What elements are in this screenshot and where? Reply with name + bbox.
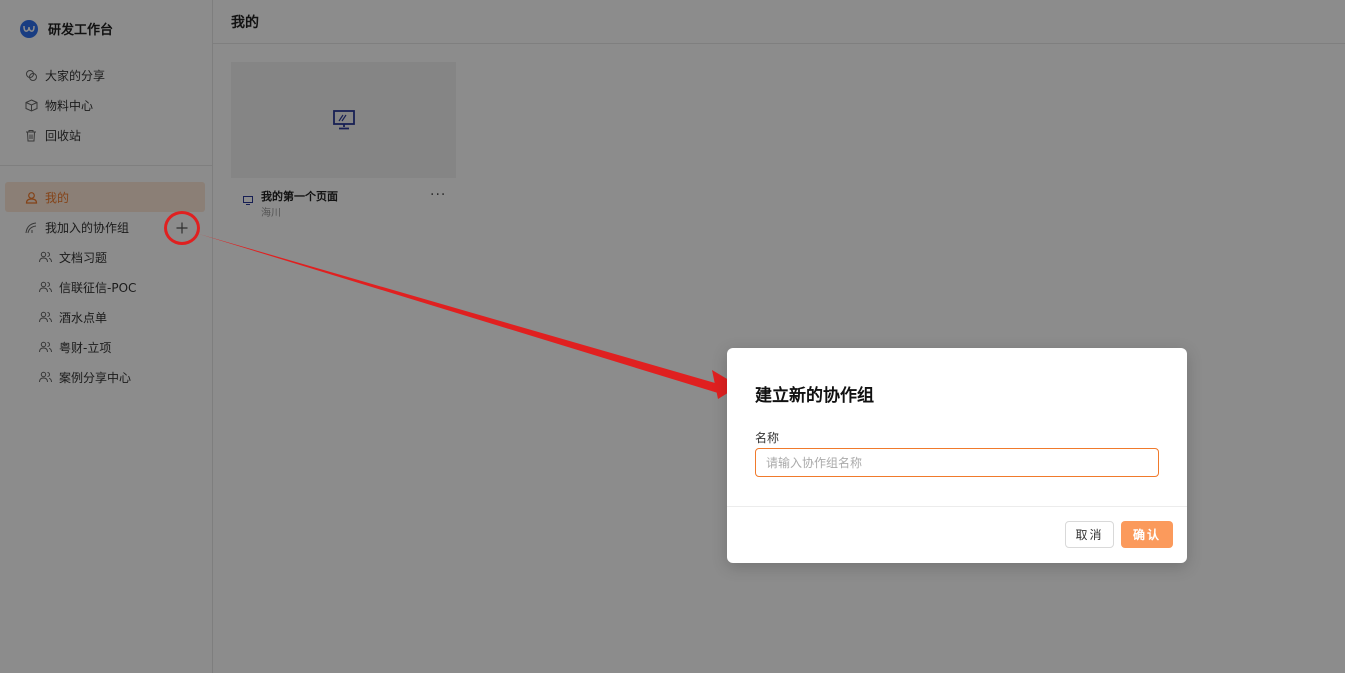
dialog-title: 建立新的协作组 xyxy=(755,386,874,406)
create-group-dialog: 建立新的协作组 名称 取消 确认 xyxy=(727,348,1187,563)
dialog-divider xyxy=(727,506,1187,507)
group-name-input[interactable] xyxy=(755,448,1159,477)
confirm-button[interactable]: 确认 xyxy=(1121,521,1173,548)
name-field-label: 名称 xyxy=(755,431,780,445)
modal-overlay[interactable] xyxy=(0,0,1345,673)
annotation-circle xyxy=(164,211,200,245)
cancel-button[interactable]: 取消 xyxy=(1065,521,1114,548)
